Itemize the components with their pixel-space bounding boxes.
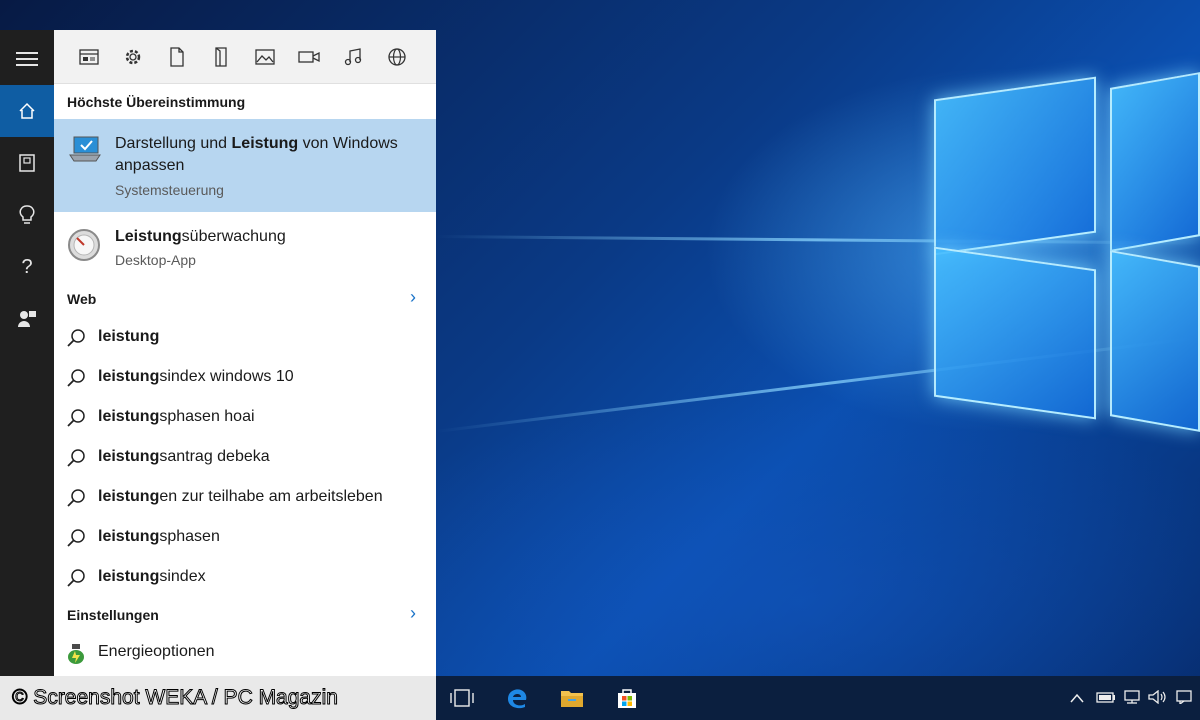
web-suggestion-item[interactable]: leistungsindex [54, 558, 436, 598]
search-icon [66, 568, 86, 588]
best-match-title-pre: Darstellung und [115, 135, 232, 152]
document-icon[interactable] [165, 46, 189, 68]
folder-icon[interactable] [209, 46, 233, 68]
lightbulb-icon[interactable] [0, 189, 54, 241]
web-icon[interactable] [385, 46, 409, 68]
search-icon [66, 488, 86, 508]
best-match-title-post: von Windows [298, 135, 398, 152]
store-icon[interactable] [614, 686, 640, 710]
suggestion-rest: sindex windows 10 [159, 368, 294, 385]
search-icon [66, 408, 86, 428]
menu-icon[interactable] [0, 33, 54, 85]
notification-icon[interactable] [1176, 690, 1192, 707]
task-view-icon[interactable] [449, 686, 475, 710]
best-match-title-bold: Leistung [231, 135, 299, 152]
search-icon [66, 528, 86, 548]
best-match-header: Höchste Übereinstimmung [67, 94, 246, 110]
chevron-up-icon[interactable] [1070, 690, 1084, 706]
web-suggestion-item[interactable]: leistungsphasen hoai [54, 398, 436, 438]
suggestion-rest: sindex [159, 568, 206, 585]
power-options-icon [66, 643, 86, 665]
web-suggestion-item[interactable]: leistungsphasen [54, 518, 436, 558]
suggestion-rest: santrag debeka [159, 448, 270, 465]
watermark: © Screenshot WEKA / PC Magazin [12, 686, 339, 710]
display-settings-icon [68, 135, 102, 165]
filter-bar [54, 30, 436, 84]
video-icon[interactable] [297, 46, 321, 68]
best-match-item[interactable]: Darstellung und Leistung von Windows anp… [54, 119, 436, 212]
suggestion-bold: leistung [98, 408, 160, 425]
energy-options-item[interactable]: Energieoptionen [54, 633, 436, 673]
suggestion-bold: leistung [98, 368, 160, 385]
apps-icon[interactable] [77, 46, 101, 68]
performance-monitor-item[interactable]: Leistungsüberwachung Desktop-App [54, 212, 436, 278]
settings-header: Einstellungen [67, 607, 159, 623]
settings-icon[interactable] [121, 46, 145, 68]
energy-options-label: Energieoptionen [98, 643, 215, 660]
volume-icon[interactable] [1148, 689, 1168, 707]
suggestion-rest: sphasen [159, 528, 220, 545]
suggestion-bold: leistung [98, 328, 160, 345]
perf-title-bold: Leistung [115, 228, 182, 245]
suggestion-bold: leistung [98, 528, 160, 545]
suggestion-rest: en zur teilhabe am arbeitsleben [159, 488, 383, 505]
help-icon[interactable]: ? [0, 241, 54, 293]
web-suggestion-item[interactable]: leistungsindex windows 10 [54, 358, 436, 398]
photo-icon[interactable] [253, 46, 277, 68]
web-suggestion-item[interactable]: leistungen zur teilhabe am arbeitsleben [54, 478, 436, 518]
best-match-title-line2: anpassen [115, 157, 185, 174]
web-suggestion-item[interactable]: leistungsantrag debeka [54, 438, 436, 478]
network-icon[interactable] [1122, 690, 1142, 707]
music-icon[interactable] [341, 46, 365, 68]
gauge-icon [67, 228, 101, 262]
file-explorer-icon[interactable] [559, 686, 585, 710]
suggestion-bold: leistung [98, 448, 160, 465]
search-icon [66, 328, 86, 348]
web-header: Web [67, 291, 97, 307]
feedback-icon[interactable] [0, 293, 54, 345]
battery-icon[interactable] [1096, 690, 1116, 706]
edge-icon[interactable] [504, 686, 530, 710]
cortana-rail: ? [0, 30, 54, 676]
best-match-subtitle: Systemsteuerung [115, 182, 224, 198]
search-icon [66, 368, 86, 388]
web-chevron-icon[interactable]: › [410, 287, 416, 308]
perf-title-post: süberwachung [181, 228, 286, 245]
web-suggestion-item[interactable]: leistung [54, 318, 436, 358]
home-icon[interactable] [0, 85, 54, 137]
suggestion-bold: leistung [98, 568, 160, 585]
results-list: Höchste Übereinstimmung Darstellung und … [54, 84, 436, 720]
notebook-icon[interactable] [0, 137, 54, 189]
perf-subtitle: Desktop-App [115, 252, 196, 268]
search-icon [66, 448, 86, 468]
suggestion-rest: sphasen hoai [159, 408, 255, 425]
suggestion-bold: leistung [98, 488, 160, 505]
taskbar [436, 676, 1200, 720]
settings-chevron-icon[interactable]: › [410, 603, 416, 624]
search-panel: Höchste Übereinstimmung Darstellung und … [54, 30, 436, 720]
